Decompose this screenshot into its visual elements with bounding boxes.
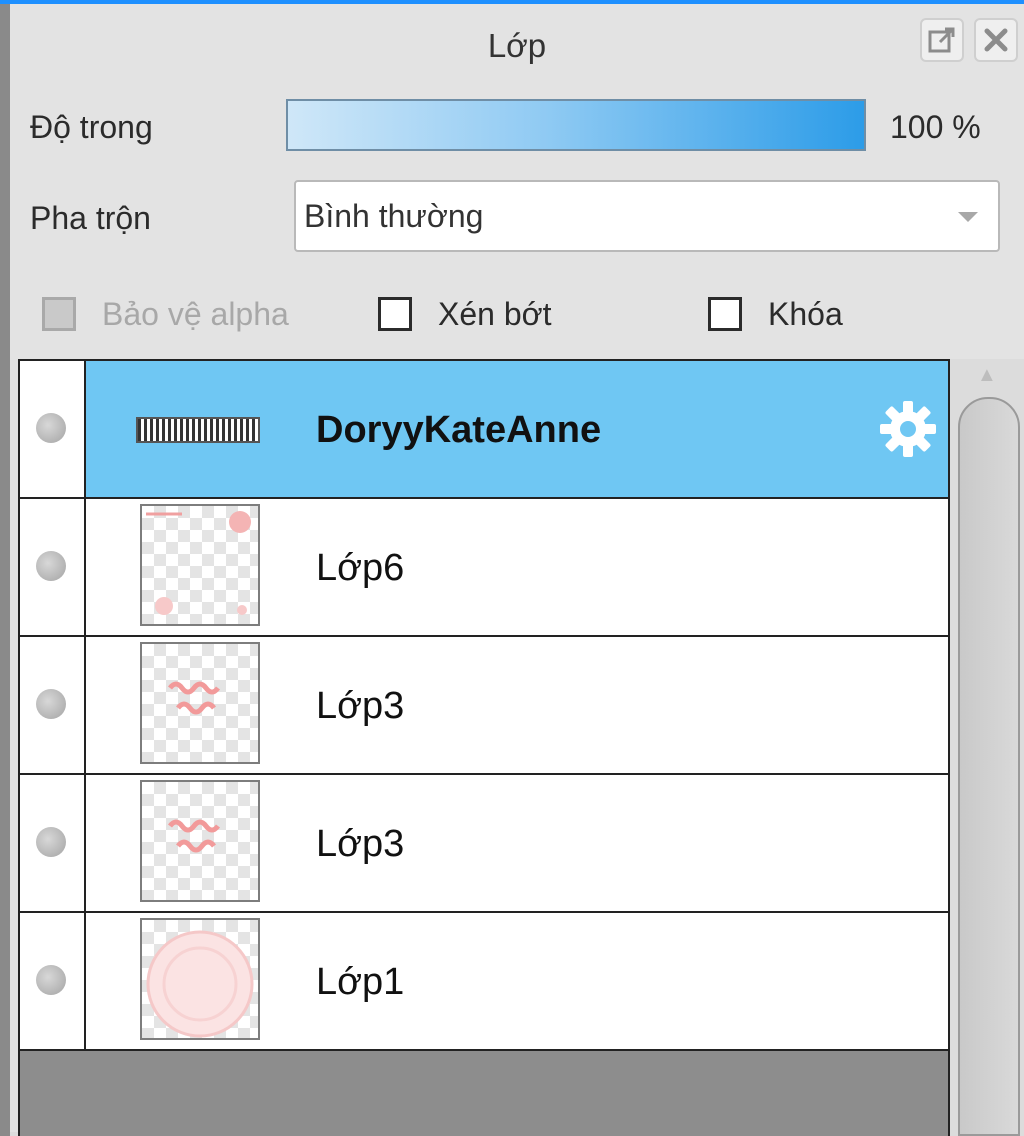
layer-row[interactable]: Lớp3: [20, 775, 948, 913]
opacity-value: 100 %: [890, 109, 981, 145]
layer-name: Lớp3: [316, 823, 405, 865]
layer-name: Lớp6: [316, 547, 405, 589]
layer-row[interactable]: Lớp6: [20, 499, 948, 637]
protect-alpha-label: Bảo vệ alpha: [102, 295, 289, 332]
layer-thumbnail: [140, 780, 260, 902]
visibility-toggle[interactable]: [20, 637, 86, 773]
chevron-down-icon: [958, 212, 978, 222]
blend-mode-select[interactable]: Bình thường: [294, 180, 1000, 252]
layer-name: Lớp3: [316, 685, 405, 727]
detach-button[interactable]: [920, 18, 964, 62]
layer-row-main[interactable]: Lớp1: [86, 913, 948, 1049]
visibility-toggle[interactable]: [20, 499, 86, 635]
visibility-dot-icon: [36, 551, 66, 581]
layer-row[interactable]: Lớp3: [20, 637, 948, 775]
layer-name: DoryyKateAnne: [316, 409, 602, 451]
opacity-slider[interactable]: [286, 99, 866, 151]
layer-thumbnail: [136, 417, 260, 443]
lock-label: Khóa: [768, 295, 843, 332]
visibility-dot-icon: [36, 827, 66, 857]
clipping-label: Xén bớt: [438, 295, 552, 332]
blend-label: Pha trộn: [30, 200, 151, 236]
layer-name: Lớp1: [316, 961, 405, 1003]
layer-list: DoryyKateAnne Lớp6 Lớp3 Lớp3 Lớp1: [18, 359, 950, 1136]
external-window-icon: [928, 27, 955, 53]
panel-title: Lớp: [487, 27, 547, 64]
protect-alpha-checkbox: [42, 297, 76, 331]
visibility-dot-icon: [36, 965, 66, 995]
visibility-dot-icon: [36, 413, 66, 443]
layer-row-main[interactable]: DoryyKateAnne: [86, 361, 948, 497]
layer-thumbnail: [140, 504, 260, 626]
clipping-checkbox[interactable]: [378, 297, 412, 331]
clipping-option[interactable]: Xén bớt: [378, 289, 552, 339]
layer-thumbnail: [140, 918, 260, 1040]
protect-alpha-option: Bảo vệ alpha: [42, 289, 289, 339]
panel-left-edge: [0, 4, 10, 1136]
layer-row[interactable]: Lớp1: [20, 913, 948, 1051]
layer-thumbnail: [140, 642, 260, 764]
layer-row-main[interactable]: Lớp3: [86, 775, 948, 911]
scrollbar-thumb[interactable]: [958, 397, 1020, 1136]
scroll-up-icon[interactable]: ▲: [977, 364, 997, 387]
gear-icon[interactable]: [876, 397, 940, 461]
layer-row-main[interactable]: Lớp6: [86, 499, 948, 635]
lock-option[interactable]: Khóa: [708, 289, 843, 339]
visibility-dot-icon: [36, 689, 66, 719]
layer-panel: Lớp Độ trong 100 % Pha trộn Bình thường …: [0, 0, 1024, 1136]
visibility-toggle[interactable]: [20, 775, 86, 911]
visibility-toggle[interactable]: [20, 361, 86, 497]
lock-checkbox[interactable]: [708, 297, 742, 331]
opacity-label: Độ trong: [30, 109, 153, 145]
layer-row-main[interactable]: Lớp3: [86, 637, 948, 773]
layer-row[interactable]: DoryyKateAnne: [20, 361, 948, 499]
close-button[interactable]: [974, 18, 1018, 62]
blend-mode-value: Bình thường: [304, 198, 484, 234]
close-icon: [984, 28, 1008, 52]
visibility-toggle[interactable]: [20, 913, 86, 1049]
